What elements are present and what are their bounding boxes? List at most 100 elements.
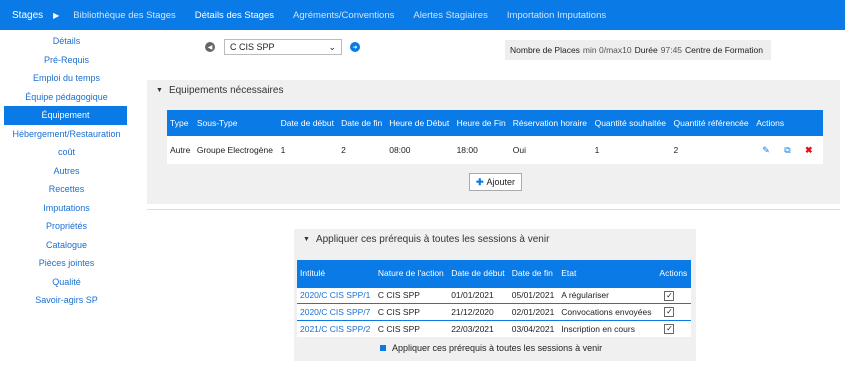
col-qte-souhaitee: Quantité souhaitée [591,110,671,136]
sidebar: Détails Pré-Requis Emploi du temps Équip… [0,32,133,310]
col-qte-referencee: Quantité référencée [670,110,754,136]
sidebar-item-prerequis[interactable]: Pré-Requis [0,51,133,70]
sessions-panel: ▼ Appliquer ces prérequis à toutes les s… [294,229,696,361]
sidebar-item-recettes[interactable]: Recettes [0,180,133,199]
table-row: 2021/C CIS SPP/2 C CIS SPP 22/03/2021 03… [297,319,691,337]
cell-nature: C CIS SPP [374,303,449,320]
table-row: 2020/C CIS SPP/1 C CIS SPP 01/01/2021 05… [297,286,691,304]
stage-select[interactable]: C CIS SPP ⌄ [224,39,342,55]
cell-actions: ✓ [656,286,691,304]
nav-item-bibliotheque[interactable]: Bibliothèque des Stages [73,10,175,21]
cell-heure-fin: 18:00 [453,136,510,164]
col-heure-fin: Heure de Fin [453,110,510,136]
nav-item-alertes[interactable]: Alertes Stagiaires [413,10,487,21]
cell-actions: ✎ ⧉ ✖ [753,136,823,164]
cell-date-debut: 01/01/2021 [448,286,509,304]
collapse-triangle-icon[interactable]: ▼ [156,87,163,94]
square-bullet-icon [380,345,386,351]
cell-actions: ✓ [656,319,691,337]
stage-select-value: C CIS SPP [230,42,275,52]
cell-date-fin: 05/01/2021 [508,286,559,304]
edit-pencil-icon[interactable]: ✎ [762,145,770,156]
stage-info-box: Nombre de Places min 0/max10 Durée 97:45… [505,40,771,60]
table-header-row: Intitulé Nature de l'action Date de débu… [297,260,691,287]
sidebar-item-details[interactable]: Détails [0,32,133,51]
section-divider [147,209,840,210]
cell-date-fin: 2 [338,136,387,164]
stage-selector-row: ◀ C CIS SPP ⌄ ➜ [205,39,360,55]
delete-x-icon[interactable]: ✖ [805,145,813,156]
previous-icon[interactable]: ◀ [205,42,215,52]
cell-actions: ✓ [656,303,691,320]
sidebar-item-cout[interactable]: coût [0,143,133,162]
checkbox[interactable]: ✓ [664,290,675,301]
equipements-title: Equipements nécessaires [168,85,284,96]
checkbox[interactable]: ✓ [664,307,675,318]
cell-date-debut: 21/12/2020 [448,303,509,320]
plus-icon: ✚ [475,176,484,187]
col-heure-debut: Heure de Début [386,110,454,136]
table-row: 2020/C CIS SPP/7 C CIS SPP 21/12/2020 02… [297,303,691,320]
duplicate-icon[interactable]: ⧉ [784,145,790,156]
cell-nature: C CIS SPP [374,319,449,337]
session-link[interactable]: 2020/C CIS SPP/7 [297,303,375,320]
sidebar-item-equipe-pedagogique[interactable]: Équipe pédagogique [0,88,133,107]
duree-value: 97:45 [660,45,683,55]
sidebar-item-emploi-du-temps[interactable]: Emploi du temps [0,69,133,88]
equipements-panel-title[interactable]: ▼ Equipements nécessaires [156,85,283,96]
cell-etat: Convocations envoyées [558,303,657,320]
sidebar-item-qualite[interactable]: Qualité [0,273,133,292]
cell-qte-referencee: 2 [670,136,754,164]
table-header-row: Type Sous-Type Date de début Date de fin… [167,110,823,136]
cell-date-fin: 03/04/2021 [508,319,559,337]
sidebar-item-autres[interactable]: Autres [0,162,133,181]
checkbox[interactable]: ✓ [664,324,675,334]
session-link[interactable]: 2021/C CIS SPP/2 [297,319,375,337]
cell-etat: Inscription en cours [558,319,657,337]
cell-nature: C CIS SPP [374,286,449,304]
cell-reservation: Oui [509,136,592,164]
add-button-label: Ajouter [486,177,516,187]
sidebar-item-equipement[interactable]: Équipement [4,106,127,125]
places-value: min 0/max10 [582,45,632,55]
col-etat: Etat [558,260,657,287]
apply-sessions-label: Appliquer ces prérequis à toutes les ses… [392,343,603,353]
add-button[interactable]: ✚ Ajouter [469,173,522,191]
sidebar-item-pieces-jointes[interactable]: Pièces jointes [0,254,133,273]
chevron-down-icon: ⌄ [328,41,336,52]
duree-label: Durée [634,45,658,55]
caret-right-icon[interactable]: ▶ [53,11,59,20]
sessions-table: Intitulé Nature de l'action Date de débu… [297,260,691,337]
col-reservation: Réservation horaire [509,110,592,136]
nav-brand-stages[interactable]: Stages [0,10,53,21]
collapse-triangle-icon[interactable]: ▼ [303,236,310,243]
next-icon[interactable]: ➜ [350,42,360,52]
places-label: Nombre de Places [510,45,580,55]
sidebar-item-proprietes[interactable]: Propriétés [0,217,133,236]
nav-item-importation[interactable]: Importation Imputations [507,10,606,21]
col-date-fin: Date de fin [508,260,559,287]
sidebar-item-savoir-agirs[interactable]: Savoir-agirs SP [0,291,133,310]
cell-type: Autre [167,136,194,164]
cell-etat: A régulariser [558,286,657,304]
apply-sessions-action[interactable]: Appliquer ces prérequis à toutes les ses… [380,343,602,353]
cell-date-fin: 02/01/2021 [508,303,559,320]
equipements-table: Type Sous-Type Date de début Date de fin… [167,110,823,164]
nav-item-agrements[interactable]: Agréments/Conventions [293,10,394,21]
cell-sous-type: Groupe Electrogène [193,136,278,164]
cell-heure-debut: 08:00 [386,136,454,164]
top-navigation: Stages ▶ Bibliothèque des Stages Détails… [0,0,845,30]
sidebar-item-imputations[interactable]: Imputations [0,199,133,218]
equipements-panel: ▼ Equipements nécessaires Type Sous-Type… [147,80,840,204]
table-row: Autre Groupe Electrogène 1 2 08:00 18:00… [167,136,823,164]
centre-label: Centre de Formation [685,45,763,55]
col-sous-type: Sous-Type [193,110,278,136]
sidebar-item-hebergement[interactable]: Hébergement/Restauration [0,125,133,144]
col-date-debut: Date de début [277,110,339,136]
nav-item-details[interactable]: Détails des Stages [195,10,274,21]
col-actions: Actions [656,260,691,287]
session-link[interactable]: 2020/C CIS SPP/1 [297,286,375,304]
sessions-panel-title[interactable]: ▼ Appliquer ces prérequis à toutes les s… [303,234,549,245]
cell-date-debut: 1 [277,136,339,164]
sidebar-item-catalogue[interactable]: Catalogue [0,236,133,255]
